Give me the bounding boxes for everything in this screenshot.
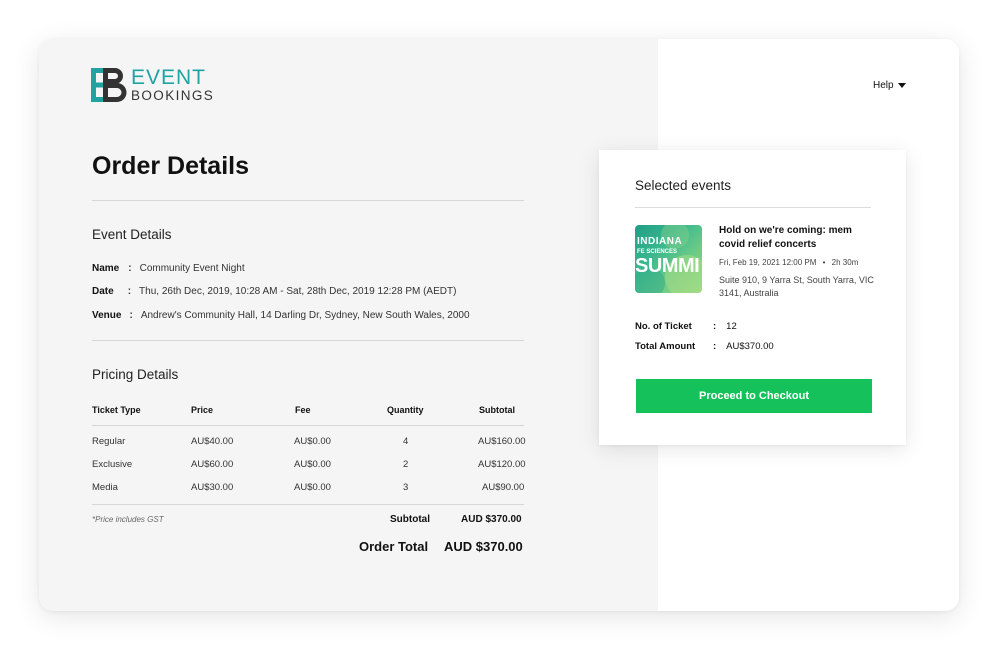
event-date: Fri, Feb 19, 2021 12:00 PM (719, 258, 817, 267)
amount-value: AU$370.00 (726, 341, 774, 352)
row-media-subtotal: AU$90.00 (482, 482, 525, 493)
row-exclusive-type: Exclusive (92, 459, 133, 470)
eb-logo-icon (91, 68, 127, 102)
row-exclusive-fee: AU$0.00 (294, 459, 331, 470)
order-details-pane (39, 39, 658, 611)
bullet-separator: • (822, 258, 826, 267)
date-separator: : (127, 286, 132, 297)
logo-line-bookings: BOOKINGS (131, 88, 215, 104)
proceed-to-checkout-button[interactable]: Proceed to Checkout (636, 379, 872, 413)
tickets-label: No. of Ticket (635, 321, 692, 332)
details-divider (92, 340, 524, 341)
page-title: Order Details (92, 152, 250, 180)
venue-value: Andrew's Community Hall, 14 Darling Dr, … (140, 310, 470, 321)
amount-separator: : (713, 341, 717, 352)
tickets-row: No. of Ticket : 12 (635, 321, 737, 332)
row-regular-subtotal: AU$160.00 (478, 436, 526, 447)
event-thumbnail[interactable]: INDIANA FE SCIENCES SUMMI (635, 225, 702, 293)
venue-label: Venue (92, 310, 122, 321)
date-label: Date (92, 286, 114, 297)
detail-row-date: Date : Thu, 26th Dec, 2019, 10:28 AM - S… (92, 286, 456, 297)
amount-row: Total Amount : AU$370.00 (635, 341, 774, 352)
name-label: Name (92, 263, 120, 274)
tickets-value: 12 (726, 321, 737, 332)
row-media-fee: AU$0.00 (294, 482, 331, 493)
logo-line-event: EVENT (131, 66, 207, 90)
row-media-price: AU$30.00 (191, 482, 234, 493)
table-footer-divider (92, 504, 524, 505)
pricing-details-heading: Pricing Details (92, 367, 179, 382)
event-datetime: Fri, Feb 19, 2021 12:00 PM • 2h 30m (719, 258, 858, 267)
event-bookings-logo[interactable]: EVENT BOOKINGS (91, 67, 214, 103)
date-value: Thu, 26th Dec, 2019, 10:28 AM - Sat, 28t… (139, 286, 457, 297)
row-media-type: Media (92, 482, 118, 493)
thumb-text-summit: SUMMI (635, 255, 700, 277)
gst-note: *Price includes GST (92, 515, 164, 524)
name-value: Community Event Night (139, 263, 245, 274)
selected-events-heading: Selected events (635, 178, 732, 193)
help-menu[interactable]: Help (873, 80, 906, 91)
order-total-value: AUD $370.00 (444, 539, 523, 554)
row-regular-fee: AU$0.00 (294, 436, 331, 447)
col-header-fee: Fee (295, 405, 311, 415)
col-header-quantity: Quantity (387, 405, 424, 415)
order-total-label: Order Total (359, 539, 429, 554)
event-name[interactable]: Hold on we're coming: mem covid relief c… (719, 224, 879, 252)
row-exclusive-price: AU$60.00 (191, 459, 234, 470)
row-media-qty: 3 (403, 482, 409, 493)
row-regular-price: AU$40.00 (191, 436, 234, 447)
row-regular-type: Regular (92, 436, 126, 447)
logo-wordmark: EVENT BOOKINGS (131, 67, 214, 103)
subtotal-value: AUD $370.00 (461, 514, 522, 525)
row-exclusive-subtotal: AU$120.00 (478, 459, 526, 470)
row-exclusive-qty: 2 (403, 459, 409, 470)
event-duration: 2h 30m (831, 258, 859, 267)
tickets-separator: : (713, 321, 717, 332)
venue-separator: : (129, 310, 133, 321)
col-header-subtotal: Subtotal (479, 405, 515, 415)
caret-down-icon (897, 83, 906, 88)
row-regular-qty: 4 (403, 436, 409, 447)
table-header-divider (92, 425, 524, 426)
col-header-price: Price (191, 405, 214, 415)
subtotal-label: Subtotal (390, 514, 430, 525)
title-divider (92, 200, 524, 201)
event-details-heading: Event Details (92, 227, 172, 242)
selected-events-card: Selected events INDIANA FE SCIENCES SUMM… (599, 150, 906, 445)
amount-label: Total Amount (635, 341, 696, 352)
detail-row-venue: Venue : Andrew's Community Hall, 14 Darl… (92, 310, 470, 321)
thumb-text-indiana: INDIANA (637, 236, 683, 247)
detail-row-name: Name : Community Event Night (92, 263, 245, 274)
help-label: Help (873, 80, 894, 91)
col-header-ticket-type: Ticket Type (92, 405, 141, 415)
selected-events-divider (635, 207, 871, 208)
name-separator: : (128, 263, 132, 274)
event-address: Suite 910, 9 Yarra St, South Yarra, VIC … (719, 275, 874, 298)
